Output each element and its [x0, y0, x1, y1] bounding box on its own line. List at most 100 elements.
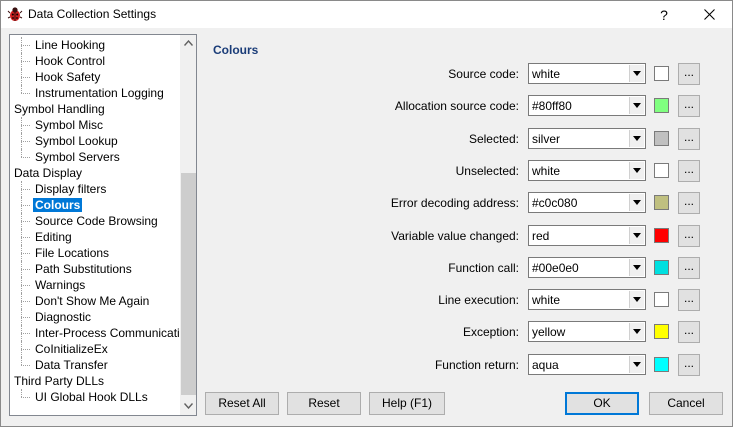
close-button[interactable] — [687, 1, 733, 29]
colour-setting-row: Error decoding address: #c0c080... — [201, 192, 721, 214]
tree-item[interactable]: Symbol Lookup — [10, 133, 180, 149]
colour-combobox[interactable]: red — [528, 225, 646, 246]
combobox-value: #80ff80 — [532, 99, 572, 113]
combobox-value: silver — [532, 132, 561, 146]
colour-combobox[interactable]: #c0c080 — [528, 192, 646, 213]
tree-item[interactable]: Third Party DLLs — [10, 373, 180, 389]
tree-item-label: Editing — [35, 230, 72, 244]
tree-rows: Line Hooking Hook Control Hook Safety Instr… — [10, 37, 193, 405]
tree-scrollbar[interactable] — [180, 35, 196, 415]
colour-picker-button[interactable]: ... — [678, 63, 700, 85]
scroll-up-icon[interactable] — [180, 35, 196, 52]
chevron-down-icon — [633, 200, 641, 205]
tree-item[interactable]: File Locations — [10, 245, 180, 261]
colour-picker-button[interactable]: ... — [678, 95, 700, 117]
reset-button[interactable]: Reset — [287, 392, 361, 415]
ok-button[interactable]: OK — [565, 392, 639, 415]
tree-item[interactable]: Line Hooking — [10, 37, 180, 53]
combobox-value: #c0c080 — [532, 196, 578, 210]
colour-picker-button[interactable]: ... — [678, 225, 700, 247]
colour-combobox[interactable]: aqua — [528, 354, 646, 375]
tree-item-label: Symbol Lookup — [35, 134, 118, 148]
help-title-button[interactable]: ? — [641, 1, 687, 29]
dropdown-button[interactable] — [629, 97, 644, 114]
combobox-value: #00e0e0 — [532, 261, 579, 275]
reset-all-button[interactable]: Reset All — [205, 392, 279, 415]
tree-item[interactable]: Source Code Browsing — [10, 213, 180, 229]
dropdown-button[interactable] — [629, 323, 644, 340]
scroll-down-icon[interactable] — [180, 398, 196, 415]
chevron-down-icon — [633, 103, 641, 108]
colour-swatch — [654, 357, 669, 372]
tree-item[interactable]: Diagnostic — [10, 309, 180, 325]
help-button[interactable]: Help (F1) — [369, 392, 445, 415]
scroll-thumb[interactable] — [181, 173, 196, 395]
dropdown-button[interactable] — [629, 194, 644, 211]
cancel-button[interactable]: Cancel — [649, 392, 723, 415]
chevron-down-icon — [633, 297, 641, 302]
tree-item-label: Inter-Process Communication — [35, 326, 194, 340]
colour-combobox[interactable]: white — [528, 289, 646, 310]
section-title: Colours — [213, 43, 259, 57]
colour-setting-row: Exception: yellow... — [201, 321, 721, 343]
tree-item[interactable]: Inter-Process Communication — [10, 325, 193, 341]
colour-setting-row: Function call: #00e0e0... — [201, 257, 721, 279]
setting-label: Variable value changed: — [391, 229, 519, 243]
settings-tree[interactable]: Line Hooking Hook Control Hook Safety Instr… — [9, 34, 197, 416]
colour-picker-button[interactable]: ... — [678, 257, 700, 279]
chevron-down-icon — [633, 168, 641, 173]
colour-picker-button[interactable]: ... — [678, 128, 700, 150]
colour-picker-button[interactable]: ... — [678, 289, 700, 311]
colour-combobox[interactable]: silver — [528, 128, 646, 149]
dropdown-button[interactable] — [629, 291, 644, 308]
tree-item[interactable]: Symbol Handling — [10, 101, 180, 117]
combobox-value: white — [532, 67, 561, 81]
colour-picker-button[interactable]: ... — [678, 160, 700, 182]
colour-picker-button[interactable]: ... — [678, 354, 700, 376]
tree-item-label: CoInitializeEx — [35, 342, 108, 356]
colour-combobox[interactable]: #80ff80 — [528, 95, 646, 116]
tree-item[interactable]: Don't Show Me Again — [10, 293, 180, 309]
setting-label: Exception: — [462, 325, 519, 339]
chevron-down-icon — [633, 362, 641, 367]
colour-swatch — [654, 131, 669, 146]
setting-label: Allocation source code: — [394, 99, 519, 113]
colour-combobox[interactable]: yellow — [528, 321, 646, 342]
tree-item[interactable]: Hook Control — [10, 53, 180, 69]
tree-item[interactable]: Colours — [10, 197, 180, 213]
colour-swatch — [654, 292, 669, 307]
tree-item[interactable]: Data Transfer — [10, 357, 180, 373]
tree-item-label: Warnings — [35, 278, 86, 292]
tree-item-label: Diagnostic — [35, 310, 92, 324]
colour-setting-row: Line execution: white... — [201, 289, 721, 311]
tree-item[interactable]: CoInitializeEx — [10, 341, 180, 357]
dropdown-button[interactable] — [629, 259, 644, 276]
tree-item[interactable]: Editing — [10, 229, 180, 245]
colour-swatch — [654, 163, 669, 178]
dropdown-button[interactable] — [629, 65, 644, 82]
colour-swatch — [654, 324, 669, 339]
colour-combobox[interactable]: white — [528, 63, 646, 84]
tree-item[interactable]: Hook Safety — [10, 69, 180, 85]
tree-item[interactable]: UI Global Hook DLLs — [10, 389, 180, 405]
tree-item[interactable]: Warnings — [10, 277, 180, 293]
colour-picker-button[interactable]: ... — [678, 192, 700, 214]
colour-picker-button[interactable]: ... — [678, 321, 700, 343]
colour-combobox[interactable]: #00e0e0 — [528, 257, 646, 278]
colour-combobox[interactable]: white — [528, 160, 646, 181]
dropdown-button[interactable] — [629, 162, 644, 179]
dropdown-button[interactable] — [629, 130, 644, 147]
tree-item[interactable]: Symbol Misc — [10, 117, 180, 133]
combobox-value: aqua — [532, 358, 559, 372]
tree-item[interactable]: Path Substitutions — [10, 261, 180, 277]
tree-item-label: Third Party DLLs — [14, 374, 105, 388]
colour-setting-row: Variable value changed: red... — [201, 225, 721, 247]
tree-item[interactable]: Display filters — [10, 181, 180, 197]
tree-item[interactable]: Data Display — [10, 165, 180, 181]
tree-item[interactable]: Symbol Servers — [10, 149, 180, 165]
dropdown-button[interactable] — [629, 227, 644, 244]
setting-label: Source code: — [448, 67, 519, 81]
dropdown-button[interactable] — [629, 356, 644, 373]
chevron-down-icon — [633, 265, 641, 270]
tree-item[interactable]: Instrumentation Logging — [10, 85, 180, 101]
